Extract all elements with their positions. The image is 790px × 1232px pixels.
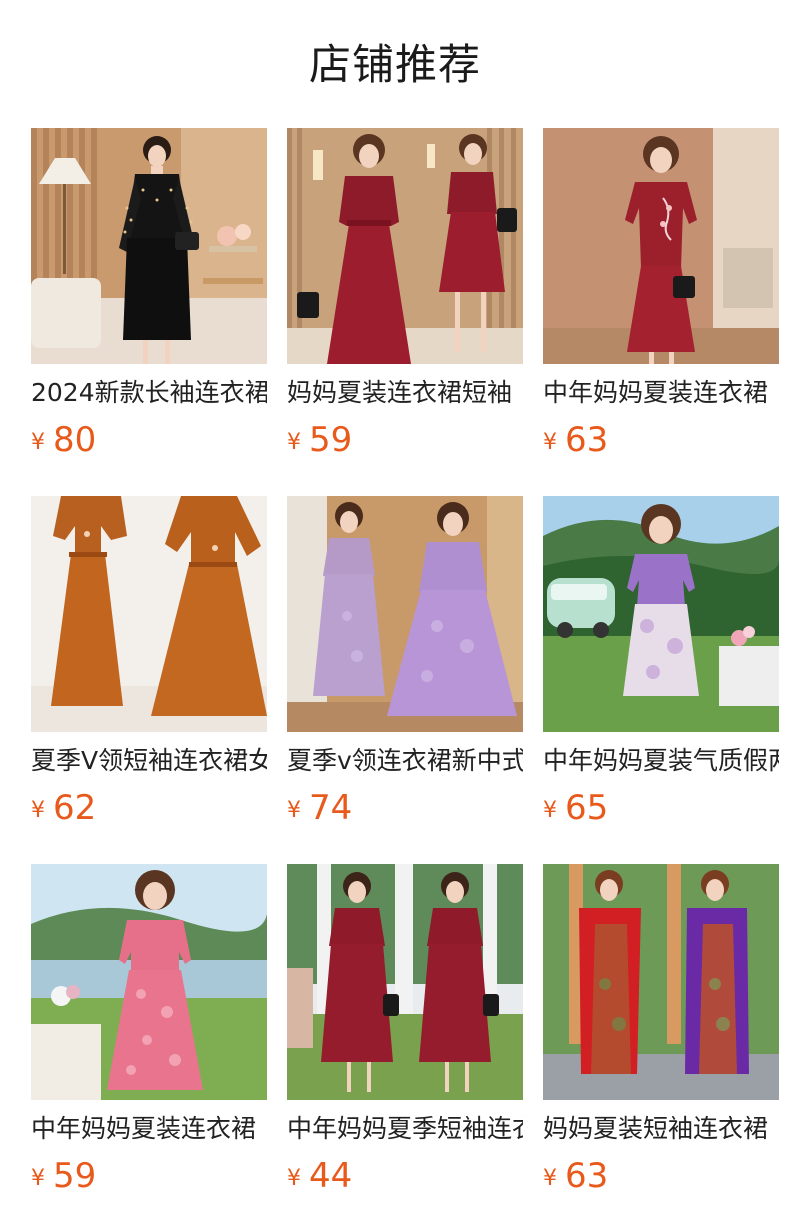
- product-image[interactable]: [543, 864, 779, 1100]
- product-price: ¥44: [287, 1156, 523, 1196]
- product-price: ¥80: [31, 420, 267, 460]
- product-name[interactable]: 妈妈夏装短袖连衣裙: [543, 1112, 779, 1146]
- product-card[interactable]: 中年妈妈夏装连衣裙 ¥63: [543, 128, 779, 460]
- price-value: 65: [565, 788, 609, 828]
- product-card[interactable]: 夏季V领短袖连衣裙女 ¥62: [31, 496, 267, 828]
- product-image[interactable]: [287, 128, 523, 364]
- product-price: ¥63: [543, 420, 779, 460]
- currency-symbol: ¥: [31, 1166, 45, 1191]
- price-value: 63: [565, 420, 609, 460]
- product-name[interactable]: 中年妈妈夏装气质假两件: [543, 744, 779, 778]
- product-name[interactable]: 中年妈妈夏季短袖连衣裙: [287, 1112, 523, 1146]
- product-name[interactable]: 妈妈夏装连衣裙短袖: [287, 376, 523, 410]
- currency-symbol: ¥: [287, 430, 301, 455]
- product-name[interactable]: 夏季V领短袖连衣裙女: [31, 744, 267, 778]
- product-card[interactable]: 妈妈夏装短袖连衣裙 ¥63: [543, 864, 779, 1196]
- price-value: 74: [309, 788, 353, 828]
- price-value: 80: [53, 420, 97, 460]
- price-value: 62: [53, 788, 97, 828]
- product-image[interactable]: [31, 128, 267, 364]
- price-value: 59: [53, 1156, 97, 1196]
- product-card[interactable]: 妈妈夏装连衣裙短袖 ¥59: [287, 128, 523, 460]
- price-value: 44: [309, 1156, 353, 1196]
- currency-symbol: ¥: [543, 798, 557, 823]
- product-image[interactable]: [543, 128, 779, 364]
- product-image[interactable]: [31, 496, 267, 732]
- product-image[interactable]: [31, 864, 267, 1100]
- product-card[interactable]: 2024新款长袖连衣裙 ¥80: [31, 128, 267, 460]
- price-value: 63: [565, 1156, 609, 1196]
- product-card[interactable]: 中年妈妈夏季短袖连衣裙 ¥44: [287, 864, 523, 1196]
- product-price: ¥59: [287, 420, 523, 460]
- product-price: ¥65: [543, 788, 779, 828]
- product-name[interactable]: 中年妈妈夏装连衣裙: [543, 376, 779, 410]
- price-value: 59: [309, 420, 353, 460]
- product-price: ¥59: [31, 1156, 267, 1196]
- currency-symbol: ¥: [287, 798, 301, 823]
- product-image[interactable]: [287, 496, 523, 732]
- store-recommendations-page: 店铺推荐 2024新款长袖连衣裙 ¥ 80 妈妈夏装连衣裙短袖 ¥ 59 中年妈…: [0, 0, 790, 1232]
- page-title: 店铺推荐: [308, 40, 481, 89]
- product-card[interactable]: 中年妈妈夏装气质假两件 ¥65: [543, 496, 779, 828]
- currency-symbol: ¥: [287, 1166, 301, 1191]
- currency-symbol: ¥: [31, 430, 45, 455]
- currency-symbol: ¥: [31, 798, 45, 823]
- product-name[interactable]: 夏季v领连衣裙新中式: [287, 744, 523, 778]
- currency-symbol: ¥: [543, 1166, 557, 1191]
- product-image[interactable]: [543, 496, 779, 732]
- product-price: ¥63: [543, 1156, 779, 1196]
- product-price: ¥62: [31, 788, 267, 828]
- product-card[interactable]: 夏季v领连衣裙新中式 ¥74: [287, 496, 523, 828]
- product-name[interactable]: 2024新款长袖连衣裙: [31, 376, 267, 410]
- product-image[interactable]: [287, 864, 523, 1100]
- product-price: ¥74: [287, 788, 523, 828]
- product-name[interactable]: 中年妈妈夏装连衣裙: [31, 1112, 267, 1146]
- currency-symbol: ¥: [543, 430, 557, 455]
- product-card[interactable]: 中年妈妈夏装连衣裙 ¥59: [31, 864, 267, 1196]
